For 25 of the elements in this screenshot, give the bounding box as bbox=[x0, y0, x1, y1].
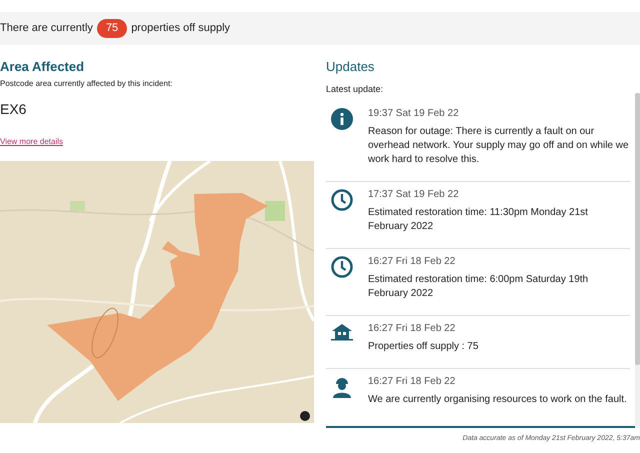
details-link[interactable]: View more details bbox=[0, 137, 63, 146]
clock-icon bbox=[331, 188, 353, 210]
update-text: Estimated restoration time: 11:30pm Monday 21st February 2022 bbox=[368, 206, 589, 234]
update-time: 16:27 Fri 18 Feb 22 bbox=[368, 322, 456, 336]
postcode-text: EX6 bbox=[0, 100, 28, 119]
banner-text: There are currently bbox=[0, 21, 93, 36]
section-title: Area Affected bbox=[0, 58, 86, 76]
update-text: Reason for outage: There is currently a fault on our overhead network. Your supply may go off and on while we work hard to resolve this. bbox=[368, 124, 630, 166]
section-title: Updates bbox=[326, 58, 376, 76]
update-time: 16:27 Fri 18 Feb 22 bbox=[368, 374, 456, 388]
scrollbar[interactable] bbox=[635, 92, 640, 428]
info-icon bbox=[331, 108, 353, 130]
update-time: 16:27 Fri 18 Feb 22 bbox=[368, 254, 456, 268]
latest-update-label: Latest update: bbox=[326, 83, 384, 96]
update-text: Properties off supply : 75 bbox=[368, 340, 478, 354]
count-badge: 75 bbox=[96, 19, 128, 38]
update-text: We are currently organising resources to work on the fault. bbox=[368, 392, 627, 406]
house-icon bbox=[331, 322, 353, 340]
clock-icon bbox=[331, 256, 353, 278]
description-text: Postcode area currently affected by this incident: bbox=[0, 78, 174, 90]
worker-icon bbox=[332, 376, 352, 398]
update-time: 19:37 Sat 19 Feb 22 bbox=[368, 106, 460, 120]
banner-text: properties off supply bbox=[131, 21, 230, 36]
update-time: 17:37 Sat 19 Feb 22 bbox=[368, 188, 460, 202]
update-text: Estimated restoration time: 6:00pm Saturday 19th February 2022 bbox=[368, 272, 590, 300]
